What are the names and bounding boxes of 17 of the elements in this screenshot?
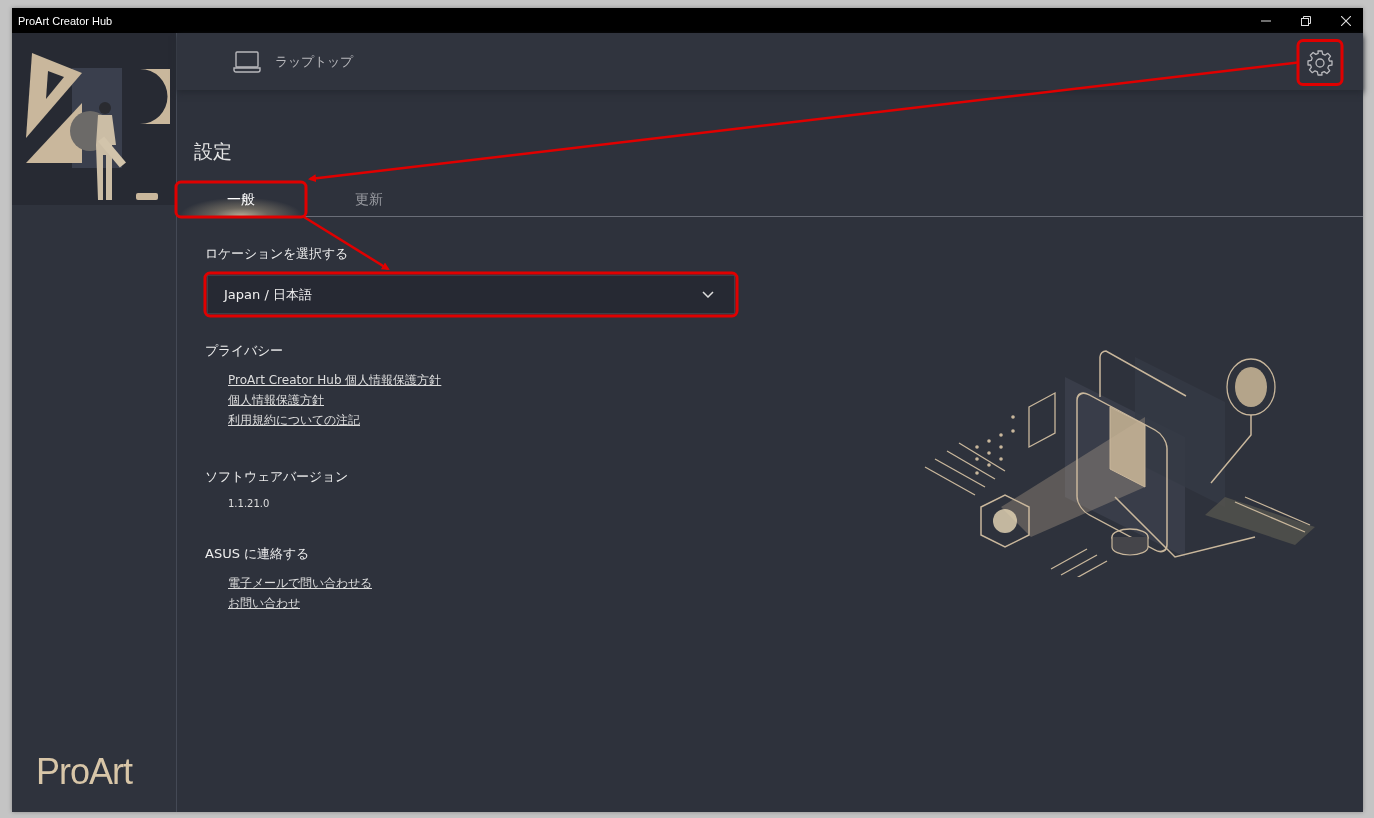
- link[interactable]: 個人情報保護方針: [228, 392, 324, 409]
- section-heading: プライバシー: [205, 342, 283, 360]
- device-label[interactable]: ラップトップ: [275, 52, 353, 71]
- logo: ProArt: [36, 752, 134, 792]
- link[interactable]: 電子メールで問い合わせる: [228, 575, 372, 592]
- link[interactable]: お問い合わせ: [228, 595, 300, 612]
- section-heading: ソフトウェアバージョン: [205, 468, 348, 486]
- dropdown-value: Japan / 日本語: [224, 285, 312, 304]
- version-text: 1.1.21.0: [228, 498, 270, 509]
- link[interactable]: ProArt Creator Hub 個人情報保護方針: [228, 372, 442, 389]
- location-dropdown[interactable]: Japan / 日本語: [207, 275, 735, 314]
- location-label: ロケーションを選択する: [205, 245, 348, 263]
- tab[interactable]: 更新: [305, 183, 433, 216]
- link[interactable]: 利用規約についての注記: [228, 412, 360, 429]
- section-heading: ASUS に連絡する: [205, 545, 310, 563]
- page-title: 設定: [194, 139, 233, 164]
- window-title: ProArt Creator Hub: [18, 14, 113, 27]
